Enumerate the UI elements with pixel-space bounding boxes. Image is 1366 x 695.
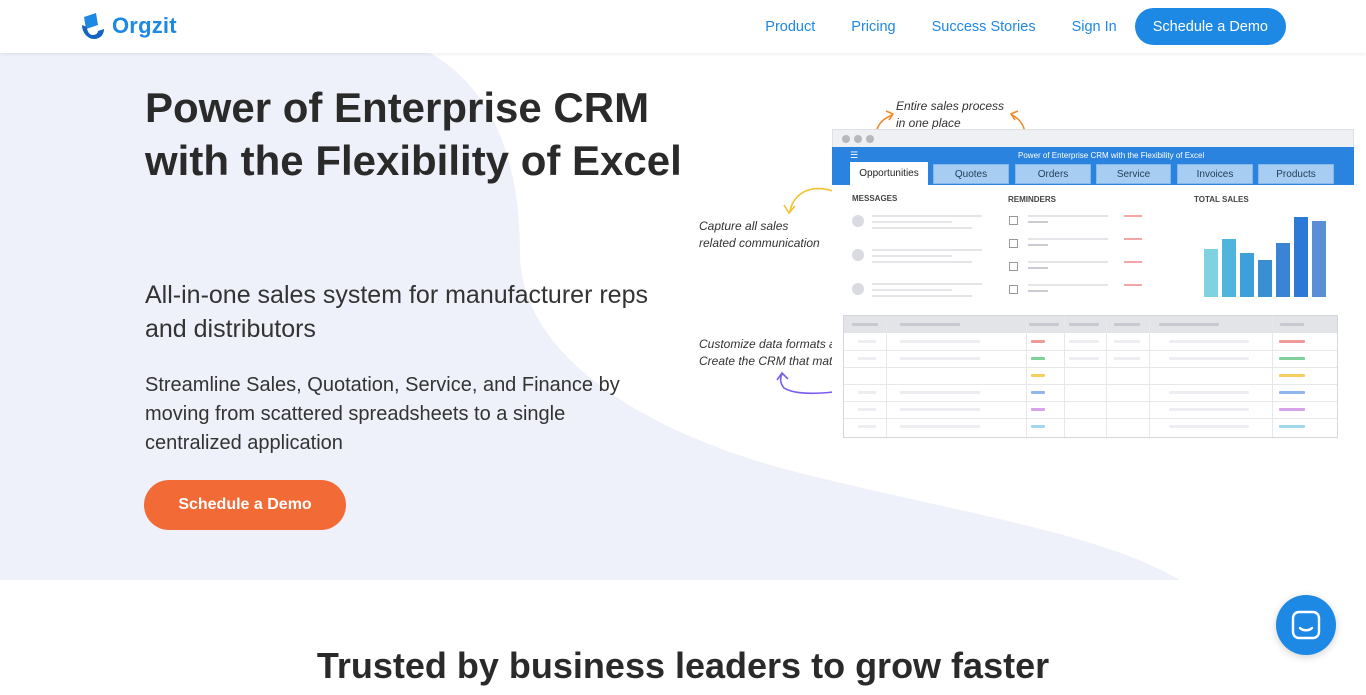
hero-title: Power of Enterprise CRM with the Flexibi… (145, 84, 682, 184)
hero-schedule-demo-button[interactable]: Schedule a Demo (144, 480, 346, 530)
chat-icon (1291, 610, 1321, 640)
nav-success-stories[interactable]: Success Stories (932, 19, 1036, 35)
hero-section: Power of Enterprise CRM with the Flexibi… (0, 53, 1366, 580)
nav-pricing[interactable]: Pricing (851, 19, 895, 35)
brand-logo[interactable]: Orgzit (80, 11, 177, 41)
brand-name: Orgzit (112, 13, 177, 38)
trusted-heading: Trusted by business leaders to grow fast… (316, 645, 1050, 686)
orgzit-logo-icon (82, 13, 104, 39)
chat-widget-button[interactable] (1276, 595, 1336, 655)
hero-subtitle: All-in-one sales system for manufacturer… (145, 281, 648, 343)
main-nav: Product Pricing Success Stories Sign In … (765, 8, 1286, 45)
header-schedule-demo-button[interactable]: Schedule a Demo (1134, 8, 1286, 45)
nav-sign-in[interactable]: Sign In (1072, 19, 1117, 35)
nav-product[interactable]: Product (765, 19, 815, 35)
site-header: Orgzit Product Pricing Success Stories S… (0, 0, 1366, 53)
hero-description: Streamline Sales, Quotation, Service, an… (145, 374, 620, 454)
